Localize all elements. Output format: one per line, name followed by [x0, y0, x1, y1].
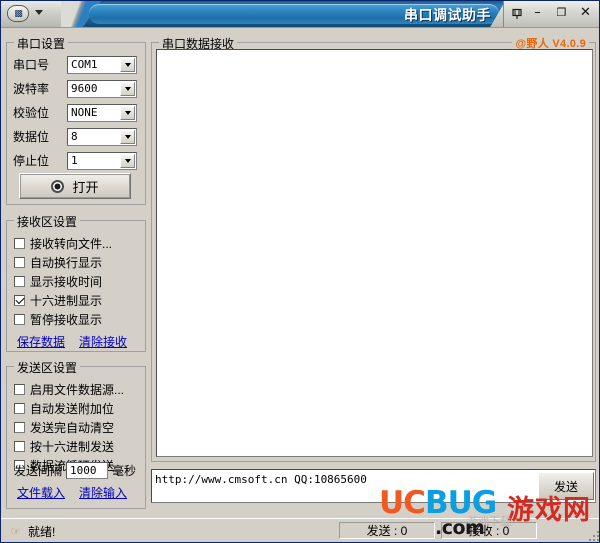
checkbox-redirect-file[interactable]: [14, 237, 25, 249]
checkbox-row-show-time[interactable]: 显示接收时间: [14, 273, 102, 289]
label-parity: 校验位: [13, 106, 50, 120]
status-ready: ☞ 就绪!: [9, 523, 56, 540]
field-row-parity: 校验位 NONE: [13, 103, 137, 122]
status-received-count: 接收 : 0: [441, 522, 537, 539]
checkbox-label-hex-send: 按十六进制发送: [30, 439, 115, 454]
maximize-button[interactable]: ❐: [554, 5, 569, 20]
status-bar: ☞ 就绪! 发送 : 0 接收 : 0: [1, 518, 599, 542]
chevron-down-icon[interactable]: [120, 129, 135, 144]
checkbox-label-hex-display: 十六进制显示: [30, 293, 103, 308]
resize-grip[interactable]: [585, 527, 599, 541]
checkbox-row-enable-file-source[interactable]: 启用文件数据源...: [14, 381, 124, 397]
receive-settings-group: 接收区设置 接收转向文件... 自动换行显示 显示接收时间 十六进制显示 暂停接…: [6, 213, 146, 352]
checkbox-label-auto-wrap: 自动换行显示: [30, 255, 103, 270]
open-port-label: 打开: [72, 179, 99, 195]
chevron-down-icon[interactable]: [120, 57, 135, 72]
checkbox-row-auto-append[interactable]: 自动发送附加位: [14, 400, 114, 416]
chevron-down-icon[interactable]: [35, 10, 43, 15]
serial-settings-group: 串口设置 串口号 COM1 波特率 9600 校验位 NONE 数据位 8 停止…: [6, 35, 146, 205]
checkbox-row-hex-display[interactable]: 十六进制显示: [14, 292, 102, 308]
send-interval-label: 发送间隔: [14, 464, 63, 478]
checkbox-row-clear-after-send[interactable]: 发送完自动清空: [14, 419, 114, 435]
receive-data-group: 串口数据接收 @野人 V4.0.9: [151, 35, 596, 462]
chevron-down-icon[interactable]: [120, 81, 135, 96]
left-settings-panel: 串口设置 串口号 COM1 波特率 9600 校验位 NONE 数据位 8 停止…: [6, 32, 146, 509]
window-title: 串口调试助手: [404, 7, 491, 23]
select-stopbits[interactable]: 1: [67, 151, 137, 170]
select-port[interactable]: COM1: [67, 55, 137, 74]
field-row-databits: 数据位 8: [13, 127, 137, 146]
link-clear-input[interactable]: 清除输入: [79, 484, 127, 501]
field-row-baud: 波特率 9600: [13, 79, 137, 98]
select-stopbits-value: 1: [71, 154, 78, 167]
title-bar: ▩ 串口调试助手 – ❐ ✕: [1, 1, 599, 27]
label-stopbits: 停止位: [13, 154, 50, 168]
checkbox-pause-receive[interactable]: [14, 313, 25, 325]
pin-icon[interactable]: [508, 5, 525, 22]
link-load-file[interactable]: 文件载入: [17, 484, 65, 501]
select-baud[interactable]: 9600: [67, 79, 137, 98]
send-settings-title: 发送区设置: [14, 359, 81, 376]
link-clear-receive[interactable]: 清除接收: [79, 333, 127, 350]
status-sent-count: 发送 : 0: [339, 522, 435, 539]
serial-settings-title: 串口设置: [14, 35, 69, 52]
select-parity-value: NONE: [71, 106, 98, 119]
label-databits: 数据位: [13, 130, 50, 144]
app-icon-glyph: ▩: [14, 8, 22, 18]
select-port-value: COM1: [71, 58, 98, 71]
checkbox-label-redirect-file: 接收转向文件...: [30, 236, 113, 251]
send-interval-unit: 毫秒: [112, 464, 137, 478]
label-port: 串口号: [13, 58, 50, 72]
select-databits-value: 8: [71, 130, 78, 143]
checkbox-clear-after-send[interactable]: [14, 421, 25, 433]
checkbox-show-time[interactable]: [14, 275, 25, 287]
send-button[interactable]: 发送: [538, 472, 594, 500]
select-parity[interactable]: NONE: [67, 103, 137, 122]
checkbox-label-enable-file-source: 启用文件数据源...: [30, 382, 125, 397]
select-baud-value: 9600: [71, 82, 98, 95]
chevron-down-icon[interactable]: [120, 153, 135, 168]
label-baud: 波特率: [13, 82, 50, 96]
checkbox-row-hex-send[interactable]: 按十六进制发送: [14, 438, 114, 454]
pin-glyph: [511, 8, 522, 19]
receive-links: 保存数据 清除接收: [17, 333, 127, 350]
open-port-button[interactable]: 打开: [19, 173, 131, 199]
application-window: ▩ 串口调试助手 – ❐ ✕ 串口设置 串口号 COM1 波特率 9600 校验…: [0, 0, 600, 543]
minimize-button[interactable]: –: [530, 5, 545, 20]
checkbox-label-clear-after-send: 发送完自动清空: [30, 420, 115, 435]
checkbox-label-auto-append: 自动发送附加位: [30, 401, 115, 416]
field-row-stopbits: 停止位 1: [13, 151, 137, 170]
send-links: 文件载入 清除输入: [17, 484, 127, 501]
checkbox-row-auto-wrap[interactable]: 自动换行显示: [14, 254, 102, 270]
checkbox-row-pause-receive[interactable]: 暂停接收显示: [14, 311, 102, 327]
power-dot-icon: [51, 179, 65, 193]
checkbox-label-pause-receive: 暂停接收显示: [30, 312, 103, 327]
send-interval-input[interactable]: 1000: [66, 462, 109, 479]
receive-settings-title: 接收区设置: [14, 213, 81, 230]
field-row-port: 串口号 COM1: [13, 55, 137, 74]
pointer-icon: ☞: [10, 526, 21, 538]
receive-textarea[interactable]: [156, 49, 593, 457]
send-textarea[interactable]: http://www.cmsoft.cn QQ:10865600: [151, 469, 596, 503]
checkbox-label-show-time: 显示接收时间: [30, 274, 103, 289]
link-save-data[interactable]: 保存数据: [17, 333, 65, 350]
checkbox-row-redirect-file[interactable]: 接收转向文件...: [14, 235, 112, 251]
right-data-panel: 串口数据接收 @野人 V4.0.9 http://www.cmsoft.cn Q…: [151, 32, 596, 509]
send-interval-row: 发送间隔 1000 毫秒: [14, 462, 136, 479]
window-controls: – ❐ ✕: [530, 5, 593, 20]
checkbox-enable-file-source[interactable]: [14, 383, 25, 395]
client-area: 串口设置 串口号 COM1 波特率 9600 校验位 NONE 数据位 8 停止…: [1, 27, 599, 532]
chevron-down-icon[interactable]: [120, 105, 135, 120]
checkbox-auto-append[interactable]: [14, 402, 25, 414]
checkbox-auto-wrap[interactable]: [14, 256, 25, 268]
select-databits[interactable]: 8: [67, 127, 137, 146]
status-ready-text: 就绪!: [28, 525, 56, 539]
checkbox-hex-send[interactable]: [14, 440, 25, 452]
send-settings-group: 发送区设置 启用文件数据源... 自动发送附加位 发送完自动清空 按十六进制发送: [6, 359, 146, 509]
checkbox-hex-display[interactable]: [14, 294, 25, 306]
close-button[interactable]: ✕: [578, 5, 593, 20]
app-icon[interactable]: ▩: [7, 5, 29, 22]
